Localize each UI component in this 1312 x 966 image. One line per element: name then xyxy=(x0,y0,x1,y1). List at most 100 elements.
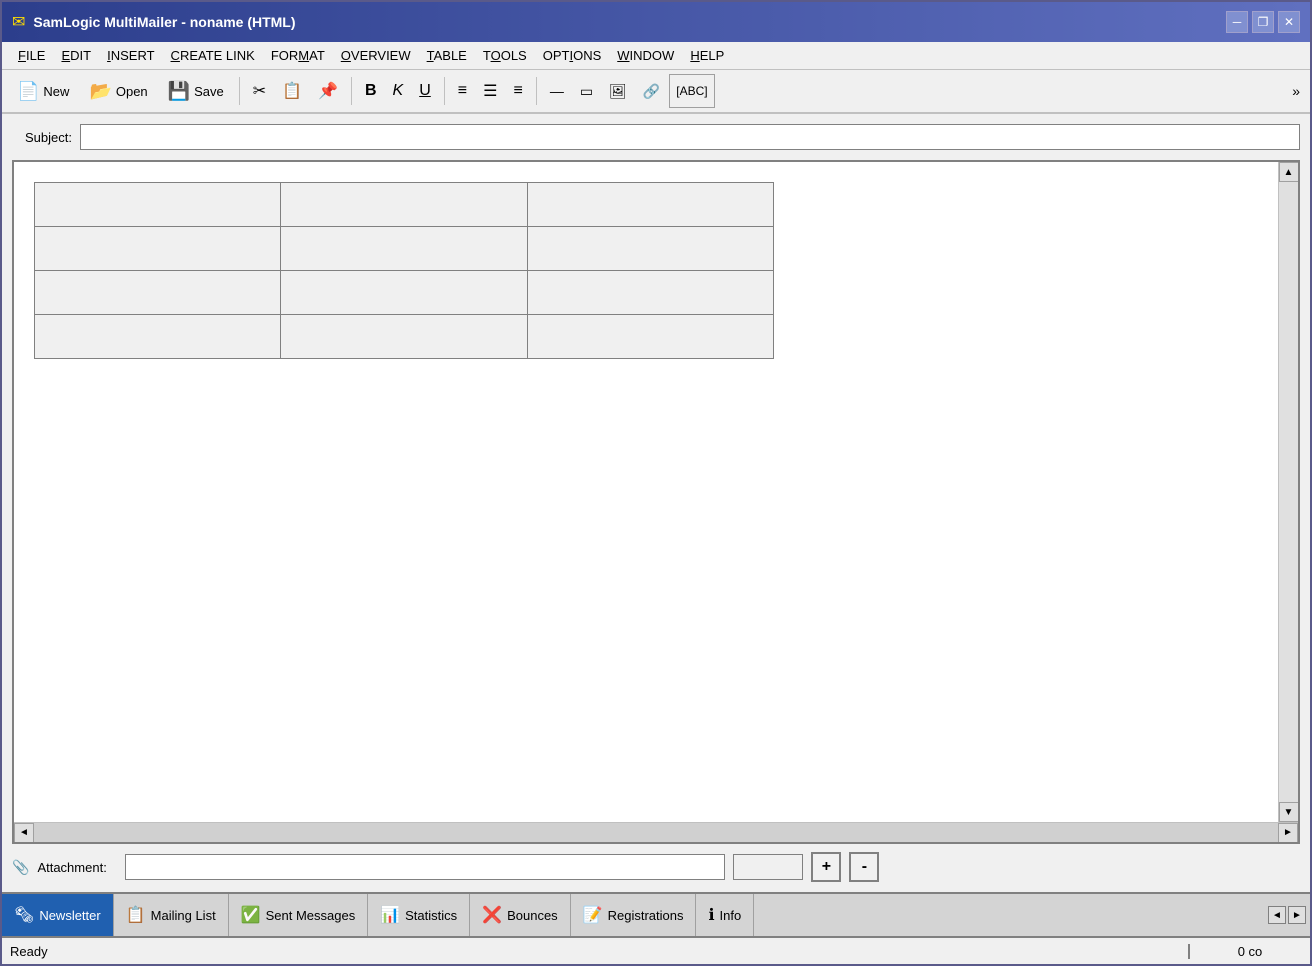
toolbar-separator-2 xyxy=(351,77,352,105)
tab-next-button[interactable]: ► xyxy=(1288,906,1306,924)
attachment-add-button[interactable]: + xyxy=(811,852,841,882)
tab-sent-messages[interactable]: ✅ Sent Messages xyxy=(229,894,369,936)
open-label: Open xyxy=(116,84,148,99)
close-button[interactable]: ✕ xyxy=(1278,11,1300,33)
scroll-down-arrow[interactable]: ▼ xyxy=(1279,802,1299,822)
title-controls: ─ ❐ ✕ xyxy=(1226,11,1300,33)
table-row xyxy=(35,183,774,227)
menu-file[interactable]: FILE xyxy=(10,46,53,65)
tab-bounces[interactable]: ❌ Bounces xyxy=(470,894,571,936)
table-row xyxy=(35,271,774,315)
scroll-up-arrow[interactable]: ▲ xyxy=(1279,162,1299,182)
tab-prev-button[interactable]: ◄ xyxy=(1268,906,1286,924)
table-cell[interactable] xyxy=(281,227,527,271)
table-cell[interactable] xyxy=(281,315,527,359)
underline-button[interactable]: U xyxy=(412,74,438,108)
registrations-tab-label: Registrations xyxy=(608,908,684,923)
attachment-icon: 📎 xyxy=(12,859,29,876)
newsletter-tab-icon: 🗞 xyxy=(14,905,34,925)
table-cell[interactable] xyxy=(281,183,527,227)
align-right-button[interactable]: ≡ xyxy=(506,74,529,108)
hr-button[interactable]: — xyxy=(543,74,571,108)
statistics-tab-icon: 📊 xyxy=(380,905,400,925)
attachment-label: Attachment: xyxy=(37,860,117,875)
abc-button[interactable]: [ABC] xyxy=(669,74,714,108)
cut-button[interactable]: ✂ xyxy=(246,74,273,108)
paste-button[interactable]: 📌 xyxy=(311,74,345,108)
bottom-tabs: 🗞 Newsletter 📋 Mailing List ✅ Sent Messa… xyxy=(2,892,1310,936)
menu-table[interactable]: TABLE xyxy=(419,46,475,65)
toolbar: 📄 New 📂 Open 💾 Save ✂ 📋 📌 B K U ≡ ☰ ≡ — … xyxy=(2,70,1310,114)
menu-help[interactable]: HELP xyxy=(682,46,732,65)
hyperlink-button[interactable]: 🔗 xyxy=(636,74,667,108)
status-count: 0 co xyxy=(1190,944,1310,959)
scroll-track-horizontal[interactable] xyxy=(34,823,1278,842)
bounces-tab-label: Bounces xyxy=(507,908,558,923)
table-cell[interactable] xyxy=(527,183,773,227)
table-cell[interactable] xyxy=(35,227,281,271)
minimize-button[interactable]: ─ xyxy=(1226,11,1248,33)
newsletter-tab-label: Newsletter xyxy=(39,908,100,923)
menu-edit[interactable]: EDIT xyxy=(53,46,99,65)
menu-insert[interactable]: INSERT xyxy=(99,46,162,65)
image-button[interactable]: 🖼 xyxy=(602,74,634,108)
table-cell[interactable] xyxy=(527,227,773,271)
app-icon: ✉ xyxy=(12,12,25,32)
table-cell[interactable] xyxy=(35,271,281,315)
scroll-left-arrow[interactable]: ◄ xyxy=(14,823,34,843)
tab-info[interactable]: ℹ Info xyxy=(696,894,754,936)
subject-input[interactable] xyxy=(80,124,1300,150)
sent-messages-tab-icon: ✅ xyxy=(241,905,261,925)
menu-format[interactable]: FORMAT xyxy=(263,46,333,65)
status-bar: Ready 0 co xyxy=(2,936,1310,964)
attachment-input[interactable] xyxy=(125,854,725,880)
open-icon: 📂 xyxy=(89,81,111,102)
save-button[interactable]: 💾 Save xyxy=(159,74,233,108)
tab-newsletter[interactable]: 🗞 Newsletter xyxy=(2,894,114,936)
table-row xyxy=(35,315,774,359)
toolbar-separator-1 xyxy=(239,77,240,105)
table-cell[interactable] xyxy=(35,315,281,359)
tab-mailing-list[interactable]: 📋 Mailing List xyxy=(114,894,229,936)
info-tab-label: Info xyxy=(720,908,742,923)
menu-tools[interactable]: TOOLS xyxy=(475,46,535,65)
table-cell[interactable] xyxy=(527,315,773,359)
editor-area: ▲ ▼ ◄ ► xyxy=(12,160,1300,844)
title-bar: ✉ SamLogic MultiMailer - noname (HTML) ─… xyxy=(2,2,1310,42)
toolbar-right: » xyxy=(1288,81,1304,101)
subject-row: Subject: xyxy=(12,124,1300,150)
box-button[interactable]: ▭ xyxy=(573,74,600,108)
attachment-remove-button[interactable]: - xyxy=(849,852,879,882)
menu-create-link[interactable]: CREATE LINK xyxy=(163,46,263,65)
restore-button[interactable]: ❐ xyxy=(1252,11,1274,33)
sent-messages-tab-label: Sent Messages xyxy=(266,908,356,923)
menu-options[interactable]: OPTIONS xyxy=(535,46,610,65)
attachment-browse-button[interactable] xyxy=(733,854,803,880)
menu-overview[interactable]: OVERVIEW xyxy=(333,46,419,65)
menu-bar: FILE EDIT INSERT CREATE LINK FORMAT OVER… xyxy=(2,42,1310,70)
expand-icon[interactable]: » xyxy=(1288,81,1304,101)
table-cell[interactable] xyxy=(527,271,773,315)
open-button[interactable]: 📂 Open xyxy=(80,74,156,108)
save-icon: 💾 xyxy=(168,81,190,102)
align-left-button[interactable]: ≡ xyxy=(451,74,474,108)
registrations-tab-icon: 📝 xyxy=(583,905,603,925)
new-button[interactable]: 📄 New xyxy=(8,74,78,108)
main-window: ✉ SamLogic MultiMailer - noname (HTML) ─… xyxy=(0,0,1312,966)
new-label: New xyxy=(43,84,69,99)
tab-statistics[interactable]: 📊 Statistics xyxy=(368,894,470,936)
menu-window[interactable]: WINDOW xyxy=(609,46,682,65)
align-center-button[interactable]: ☰ xyxy=(476,74,504,108)
table-cell[interactable] xyxy=(281,271,527,315)
copy-button[interactable]: 📋 xyxy=(275,74,309,108)
editor-content[interactable] xyxy=(14,162,1278,822)
table-cell[interactable] xyxy=(35,183,281,227)
bold-button[interactable]: B xyxy=(358,74,384,108)
mailing-list-tab-icon: 📋 xyxy=(126,905,146,925)
tab-registrations[interactable]: 📝 Registrations xyxy=(571,894,697,936)
italic-button[interactable]: K xyxy=(386,74,411,108)
scroll-right-arrow[interactable]: ► xyxy=(1278,823,1298,843)
window-title: SamLogic MultiMailer - noname (HTML) xyxy=(33,14,295,30)
editor-scroll-area: ▲ ▼ xyxy=(14,162,1298,822)
statistics-tab-label: Statistics xyxy=(405,908,457,923)
